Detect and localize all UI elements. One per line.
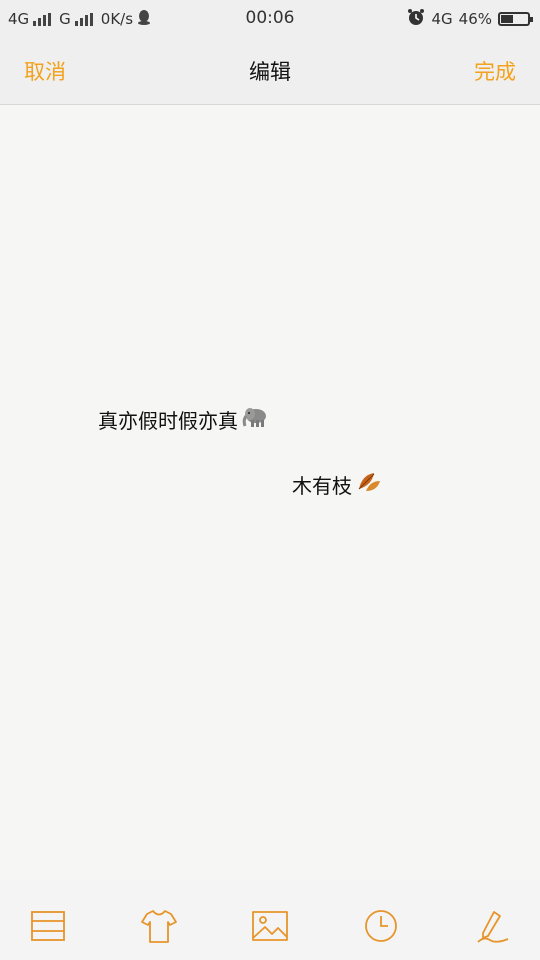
clock-icon[interactable] <box>361 906 401 946</box>
image-icon[interactable] <box>250 906 290 946</box>
shirt-icon[interactable] <box>139 906 179 946</box>
note-line-1: 真亦假时假亦真 <box>98 405 268 434</box>
alarm-icon <box>407 8 425 30</box>
elephant-icon <box>242 406 268 433</box>
bottom-toolbar <box>0 880 540 960</box>
note-text-2: 木有枝 <box>292 474 352 498</box>
network-4g-right: 4G <box>431 10 453 28</box>
page-title: 编辑 <box>249 60 291 84</box>
status-bar: 4G G 0K/s 00:06 4G 46% <box>0 0 540 36</box>
battery-percent: 46% <box>458 10 492 28</box>
battery-fill <box>501 15 513 23</box>
note-text-1: 真亦假时假亦真 <box>98 409 238 433</box>
battery-icon <box>498 12 533 26</box>
nav-bar: 取消 编辑 完成 <box>0 36 540 105</box>
note-line-2: 木有枝 <box>292 469 382 500</box>
list-icon[interactable] <box>28 906 68 946</box>
status-right: 4G 46% <box>407 8 533 30</box>
pen-icon[interactable] <box>472 906 512 946</box>
note-editor[interactable]: 真亦假时假亦真 木有枝 <box>0 105 540 880</box>
done-button[interactable]: 完成 <box>474 56 516 86</box>
fallen-leaf-icon <box>356 469 382 500</box>
